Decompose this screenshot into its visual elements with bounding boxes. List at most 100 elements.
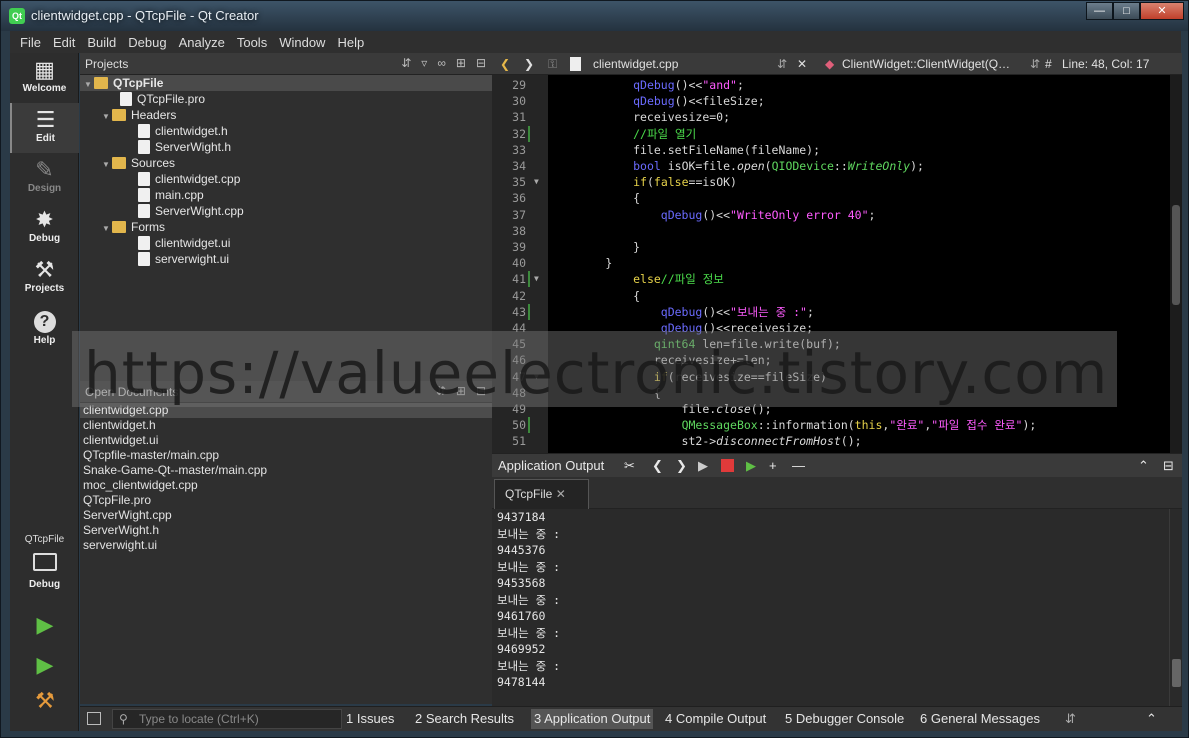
more-panes-arrows-icon[interactable]: ⇵: [1065, 711, 1076, 727]
open-document-item[interactable]: moc_clientwidget.cpp: [80, 478, 492, 493]
menu-help[interactable]: Help: [337, 35, 364, 50]
close-button[interactable]: ✕: [1140, 2, 1184, 20]
output-pane-tab-debugger-console[interactable]: 5 Debugger Console: [785, 711, 904, 726]
link-icon[interactable]: ∞: [437, 56, 446, 70]
output-tab-qtcpfile[interactable]: QTcpFile ✕: [494, 479, 589, 509]
tree-item-folder[interactable]: ▼ Forms: [102, 219, 165, 235]
menu-tools[interactable]: Tools: [237, 35, 267, 50]
tree-item-file[interactable]: clientwidget.ui: [138, 235, 230, 251]
output-pane-tab-compile-output[interactable]: 4 Compile Output: [665, 711, 766, 726]
editor-scrollbar[interactable]: [1170, 75, 1182, 453]
kit-selector[interactable]: QTcpFile Debug: [10, 529, 79, 590]
tree-item-folder[interactable]: ▼ Sources: [102, 155, 175, 171]
mode-label: Edit: [36, 133, 55, 144]
run-icon[interactable]: ▶: [33, 613, 57, 637]
folder-icon: [94, 77, 108, 89]
mode-label: Design: [27, 183, 62, 194]
mode-welcome[interactable]: ▦ Welcome: [10, 53, 79, 103]
monitor-icon: [32, 553, 57, 571]
build-hammer-icon[interactable]: ⚒: [33, 689, 57, 713]
debug-run-icon[interactable]: ▶: [33, 653, 57, 677]
file-icon: [138, 172, 150, 186]
tree-item-file[interactable]: clientwidget.h: [138, 123, 228, 139]
menu-file[interactable]: File: [20, 35, 41, 50]
mode-edit[interactable]: ☰ Edit: [10, 103, 79, 153]
change-marker: [528, 125, 530, 142]
maximize-pane-icon[interactable]: ⌃: [1138, 458, 1149, 474]
tree-item-file[interactable]: clientwidget.cpp: [138, 171, 240, 187]
debug-attach-icon[interactable]: ▶: [746, 458, 756, 474]
menu-window[interactable]: Window: [279, 35, 325, 50]
close-output-icon[interactable]: ⊟: [1163, 458, 1174, 474]
code-line: else//파일 정보: [633, 272, 724, 287]
menu-analyze[interactable]: Analyze: [179, 35, 225, 50]
open-document-item[interactable]: QTcpFile.pro: [80, 493, 492, 508]
tree-item-folder[interactable]: ▼ Headers: [102, 107, 176, 123]
mode-help[interactable]: ? Help: [10, 303, 79, 353]
toggle-sidebar-icon[interactable]: [87, 712, 101, 725]
locator-input[interactable]: ⚲ Type to locate (Ctrl+K): [112, 709, 342, 729]
application-output-text[interactable]: 9437184 보내는 중 : 9445376 보내는 중 : 9453568 보내는 중…: [492, 509, 1182, 706]
encoding-hash[interactable]: #: [1045, 57, 1052, 71]
expand-arrow-icon[interactable]: ▼: [102, 157, 112, 173]
close-tab-icon[interactable]: ✕: [556, 487, 566, 501]
prev-item-icon[interactable]: ❮: [652, 458, 663, 474]
stop-icon[interactable]: [721, 459, 734, 472]
open-document-item[interactable]: Snake-Game-Qt--master/main.cpp: [80, 463, 492, 478]
tree-item-file[interactable]: main.cpp: [138, 187, 204, 203]
folder-icon: [112, 221, 126, 233]
tree-item-project[interactable]: ▼ QTcpFile: [80, 75, 492, 91]
menu-debug[interactable]: Debug: [128, 35, 166, 50]
close-pane-icon[interactable]: ⊟: [476, 56, 486, 70]
projects-pane-title[interactable]: Projects: [85, 57, 128, 71]
tab-number: 1: [346, 711, 354, 726]
attach-icon[interactable]: ✂: [624, 458, 635, 474]
bug-icon: ✸: [35, 207, 54, 232]
open-document-item[interactable]: serverwight.ui: [80, 538, 492, 553]
open-document-item[interactable]: clientwidget.ui: [80, 433, 492, 448]
zoom-out-icon[interactable]: —: [792, 458, 805, 473]
expand-arrow-icon[interactable]: ▼: [84, 77, 94, 93]
output-pane-tab-application-output[interactable]: 3 Application Output: [531, 709, 654, 729]
mode-debug[interactable]: ✸ Debug: [10, 203, 79, 253]
line-number: 42: [512, 288, 526, 303]
symbol-combo[interactable]: ClientWidget::ClientWidget(Q…: [842, 57, 1010, 71]
output-pane-tab-general-messages[interactable]: 6 General Messages: [920, 711, 1040, 726]
cursor-position[interactable]: Line: 48, Col: 17: [1062, 57, 1149, 71]
menu-edit[interactable]: Edit: [53, 35, 75, 50]
tree-item-file[interactable]: serverwight.ui: [138, 251, 229, 267]
menu-build[interactable]: Build: [87, 35, 116, 50]
mode-design[interactable]: ✎ Design: [10, 153, 79, 203]
tree-item-file[interactable]: QTcpFile.pro: [120, 91, 205, 107]
fold-marker-icon[interactable]: ▼: [534, 174, 539, 190]
wrench-icon: ⚒: [34, 257, 55, 282]
split-icon[interactable]: ⊞: [456, 56, 466, 70]
mode-projects[interactable]: ⚒ Projects: [10, 253, 79, 303]
maximize-output-icon[interactable]: ⌃: [1146, 711, 1157, 727]
expand-arrow-icon[interactable]: ▼: [102, 109, 112, 125]
fold-marker-icon[interactable]: ▼: [534, 271, 539, 287]
rerun-icon[interactable]: ▶: [698, 458, 708, 474]
filter-icon[interactable]: ▿: [421, 56, 427, 70]
back-arrow-icon[interactable]: ❮: [500, 57, 510, 71]
tree-item-label: clientwidget.ui: [155, 236, 231, 250]
forward-arrow-icon[interactable]: ❯: [524, 57, 534, 71]
output-scrollbar[interactable]: [1169, 509, 1182, 706]
output-pane-tab-search-results[interactable]: 2 Search Results: [415, 711, 514, 726]
open-document-item[interactable]: clientwidget.h: [80, 418, 492, 433]
sort-arrows-icon[interactable]: ⇵: [401, 56, 411, 70]
tree-item-file[interactable]: ServerWight.cpp: [138, 203, 244, 219]
open-document-item[interactable]: QTcpfile-master/main.cpp: [80, 448, 492, 463]
open-document-item[interactable]: ServerWight.h: [80, 523, 492, 538]
zoom-in-icon[interactable]: +: [769, 458, 777, 473]
minimize-button[interactable]: —: [1086, 2, 1113, 20]
open-document-item[interactable]: ServerWight.cpp: [80, 508, 492, 523]
maximize-button[interactable]: □: [1113, 2, 1140, 20]
file-icon: [120, 92, 132, 106]
tree-item-file[interactable]: ServerWight.h: [138, 139, 231, 155]
close-document-icon[interactable]: ✕: [797, 57, 807, 71]
expand-arrow-icon[interactable]: ▼: [102, 221, 112, 237]
next-item-icon[interactable]: ❯: [676, 458, 687, 474]
editor-file-combo[interactable]: clientwidget.cpp: [593, 57, 678, 71]
output-pane-tab-issues[interactable]: 1 Issues: [346, 711, 394, 726]
